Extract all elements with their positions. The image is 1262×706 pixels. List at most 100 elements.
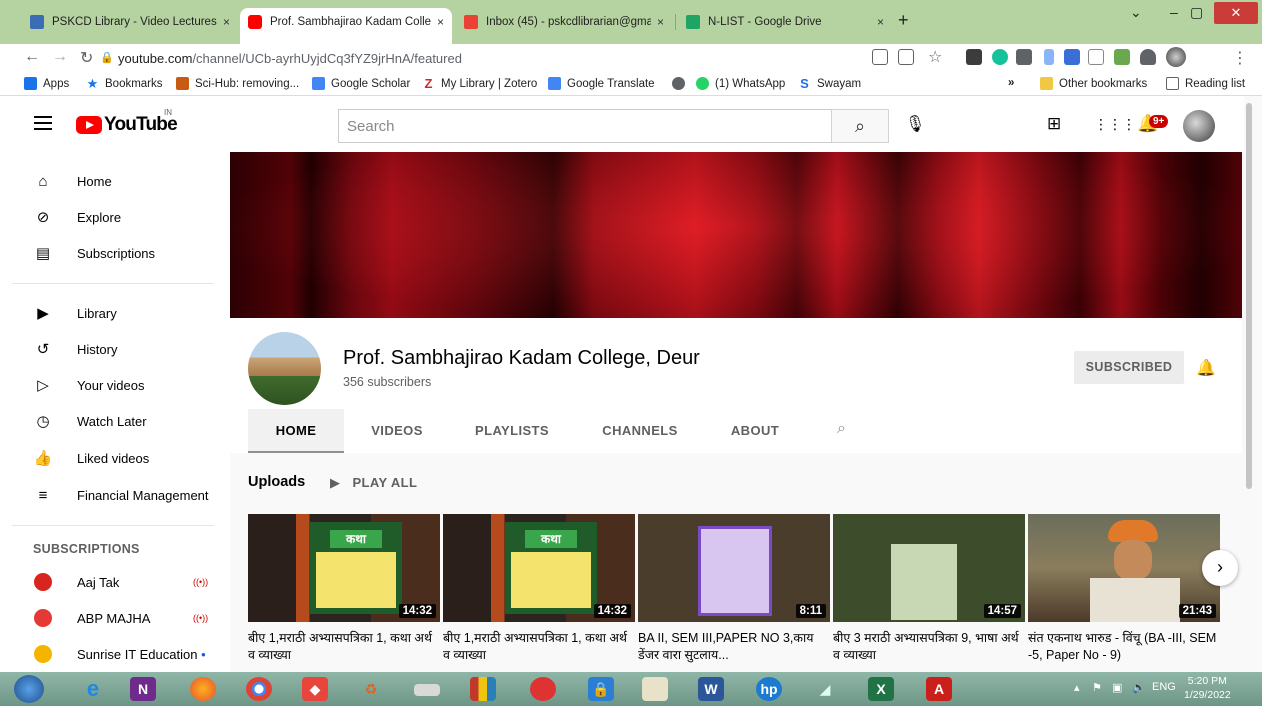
scanner-icon[interactable] [414, 684, 440, 696]
start-button[interactable] [14, 675, 44, 703]
onenote-icon[interactable]: N [130, 677, 156, 701]
library-books-icon[interactable] [470, 677, 496, 701]
sidebar-item-watch-later[interactable]: ◷ Watch Later [0, 403, 230, 439]
install-app-icon[interactable] [872, 49, 888, 65]
new-tab-button[interactable]: + [898, 10, 909, 31]
bookmarks-overflow-button[interactable]: » [1008, 77, 1014, 89]
firefox-icon[interactable] [190, 677, 216, 701]
extensions-puzzle-icon[interactable] [1140, 49, 1156, 65]
tab-search-chevron-icon[interactable]: ⌄ [1130, 4, 1142, 21]
volume-icon[interactable]: 🔈 [1132, 681, 1146, 694]
minimize-button[interactable]: – [1170, 4, 1178, 20]
url-field[interactable]: youtube.com/channel/UCb-ayrhUyjdCq3fYZ9j… [118, 51, 462, 66]
bookmark-google-translate[interactable]: Google Translate [548, 77, 655, 90]
video-thumbnail[interactable]: कथा 14:32 [248, 514, 440, 622]
microphone-extension-icon[interactable] [1044, 49, 1054, 65]
subscription-abp-majha[interactable]: ABP MAJHA ((•)) [0, 600, 230, 636]
close-window-button[interactable]: ✕ [1214, 2, 1258, 24]
copy-extension-icon[interactable] [1064, 49, 1080, 65]
tab-channels[interactable]: CHANNELS [588, 409, 692, 453]
hp-icon[interactable]: hp [756, 677, 782, 701]
extension-square-icon[interactable] [1016, 49, 1032, 65]
youtube-logo[interactable]: YouTube IN [76, 108, 178, 136]
video-thumbnail[interactable]: 8:11 [638, 514, 830, 622]
sidebar-item-explore[interactable]: ⊘ Explore [0, 199, 230, 235]
browser-tab-pskcd-library[interactable]: PSKCD Library - Video Lectures × [22, 8, 238, 36]
share-icon[interactable] [898, 49, 914, 65]
bookmark-zotero[interactable]: Z My Library | Zotero [422, 77, 538, 90]
word-icon[interactable]: W [698, 677, 724, 701]
bookmark-whatsapp[interactable]: (1) WhatsApp [696, 77, 785, 90]
video-card[interactable]: 8:11 BA II, SEM III,PAPER NO 3,काय डेंजर… [638, 514, 830, 664]
browser-tab-gmail-inbox[interactable]: Inbox (45) - pskcdlibrarian@gma × [456, 8, 672, 36]
shelf-next-arrow-button[interactable]: › [1202, 550, 1238, 586]
bookmark-globe[interactable] [672, 77, 691, 90]
browser-menu-icon[interactable]: ⋮ [1232, 48, 1248, 68]
recycle-app-icon[interactable]: ♻ [358, 677, 384, 701]
sidebar-item-your-videos[interactable]: ▷ Your videos [0, 367, 230, 403]
internet-explorer-icon[interactable]: e [80, 677, 106, 701]
sidebar-item-financial-management[interactable]: ≡ Financial Management [0, 477, 230, 513]
search-button[interactable]: ⌕ [831, 109, 889, 143]
bookmark-bookmarks[interactable]: ★ Bookmarks [86, 77, 163, 90]
uploads-heading[interactable]: Uploads [248, 474, 305, 490]
video-title[interactable]: बीए 1,मराठी अभ्यासपत्रिका 1, कथा अर्थ व … [443, 630, 635, 664]
close-tab-icon[interactable]: × [657, 15, 664, 29]
grammarly-extension-icon[interactable] [992, 49, 1008, 65]
file-explorer-icon[interactable] [642, 677, 668, 701]
sidebar-item-history[interactable]: ↺ History [0, 331, 230, 367]
create-video-icon[interactable]: ⊞ [1047, 114, 1061, 134]
tab-about[interactable]: ABOUT [716, 409, 794, 453]
reading-list-button[interactable]: Reading list [1166, 77, 1245, 90]
qr-code-extension-icon[interactable] [966, 49, 982, 65]
action-center-flag-icon[interactable]: ⚑ [1092, 681, 1102, 694]
close-tab-icon[interactable]: × [437, 15, 444, 29]
excel-icon[interactable]: X [868, 677, 894, 701]
voice-search-mic-icon[interactable]: 🎙 [905, 114, 925, 134]
app-red-icon[interactable] [530, 677, 556, 701]
bookmark-swayam[interactable]: S Swayam [798, 77, 861, 90]
anydesk-icon[interactable]: ◆ [302, 677, 328, 701]
sidebar-item-subscriptions[interactable]: ▤ Subscriptions [0, 235, 230, 271]
bookmark-sci-hub[interactable]: Sci-Hub: removing... [176, 77, 299, 90]
video-title[interactable]: बीए 3 मराठी अभ्यासपत्रिका 9, भाषा अर्थ व… [833, 630, 1025, 664]
sidebar-item-liked-videos[interactable]: 👍 Liked videos [0, 440, 230, 476]
network-icon[interactable]: ▣ [1112, 681, 1122, 694]
lock-app-icon[interactable]: 🔒 [588, 677, 614, 701]
browser-tab-youtube-channel[interactable]: Prof. Sambhajirao Kadam College × [240, 8, 452, 44]
sidebar-item-home[interactable]: ⌂ Home [0, 163, 230, 199]
play-all-button[interactable]: ▶ PLAY ALL [330, 475, 417, 491]
bookmark-google-scholar[interactable]: Google Scholar [312, 77, 410, 90]
notification-bell-icon[interactable]: 🔔 [1196, 358, 1216, 378]
video-title[interactable]: बीए 1,मराठी अभ्यासपत्रिका 1, कथा अर्थ व … [248, 630, 440, 664]
subscribed-button[interactable]: SUBSCRIBED [1074, 351, 1184, 384]
tab-manager-extension-icon[interactable] [1114, 49, 1130, 65]
bookmark-apps[interactable]: Apps [24, 77, 69, 90]
tab-playlists[interactable]: PLAYLISTS [460, 409, 564, 453]
scrollbar-thumb[interactable] [1246, 103, 1252, 489]
scan-app-icon[interactable]: ◢ [812, 677, 838, 701]
forward-arrow-icon[interactable]: → [52, 48, 68, 66]
chrome-icon[interactable] [246, 677, 272, 701]
reload-icon[interactable]: ↻ [80, 48, 93, 68]
tab-videos[interactable]: VIDEOS [352, 409, 442, 453]
browser-tab-google-drive[interactable]: N-LIST - Google Drive × [678, 8, 892, 36]
lock-icon[interactable]: 🔒 [100, 51, 114, 64]
close-tab-icon[interactable]: × [223, 15, 230, 29]
system-clock[interactable]: 5:20 PM 1/29/2022 [1184, 674, 1231, 702]
apps-grid-icon[interactable]: ⋮⋮⋮ [1094, 116, 1136, 133]
video-thumbnail[interactable]: 14:57 [833, 514, 1025, 622]
other-bookmarks-folder[interactable]: Other bookmarks [1040, 77, 1147, 90]
sidebar-item-library[interactable]: ▶ Library [0, 295, 230, 331]
profile-avatar-icon[interactable] [1166, 47, 1186, 67]
video-card[interactable]: 14:57 बीए 3 मराठी अभ्यासपत्रिका 9, भाषा … [833, 514, 1025, 664]
video-thumbnail[interactable]: कथा 14:32 [443, 514, 635, 622]
bookmark-star-icon[interactable]: ☆ [928, 47, 942, 67]
video-card[interactable]: कथा 14:32 बीए 1,मराठी अभ्यासपत्रिका 1, क… [443, 514, 635, 664]
tab-home[interactable]: HOME [248, 409, 344, 453]
reader-extension-icon[interactable] [1088, 49, 1104, 65]
video-card[interactable]: 21:43 संत एकनाथ भारुड - विंचू (BA -III, … [1028, 514, 1220, 664]
back-arrow-icon[interactable]: ← [24, 48, 40, 66]
search-input[interactable]: Search [338, 109, 832, 143]
acrobat-icon[interactable]: A [926, 677, 952, 701]
